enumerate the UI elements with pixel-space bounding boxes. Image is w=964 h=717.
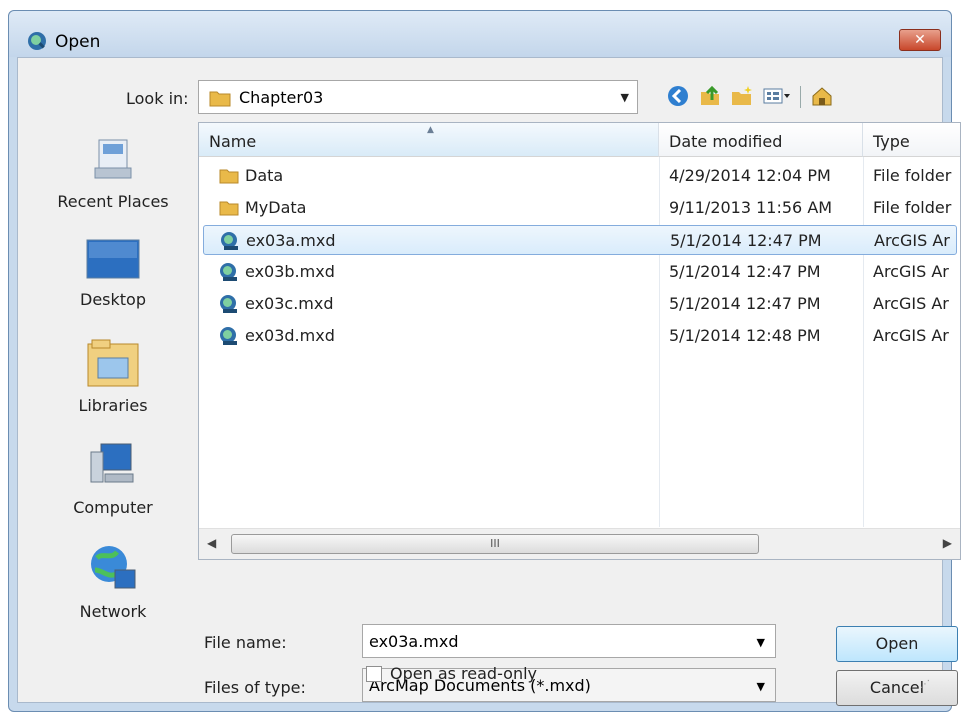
file-type-cell: ArcGIS Ar bbox=[873, 326, 949, 345]
scroll-right-icon[interactable]: ▶ bbox=[943, 536, 952, 550]
scrollbar-thumb[interactable]: III bbox=[231, 534, 759, 554]
file-name-cell: MyData bbox=[245, 198, 307, 217]
file-name-label: File name: bbox=[204, 633, 287, 652]
file-row[interactable]: MyData 9/11/2013 11:56 AM File folder bbox=[203, 193, 957, 223]
file-name-cell: ex03d.mxd bbox=[245, 326, 335, 345]
place-label: Desktop bbox=[80, 290, 146, 309]
file-name-cell: ex03b.mxd bbox=[245, 262, 335, 281]
horizontal-scrollbar[interactable]: ◀ III ▶ bbox=[199, 528, 960, 559]
home-icon[interactable] bbox=[810, 84, 834, 108]
column-header-label: Type bbox=[873, 132, 910, 151]
file-date-cell: 9/11/2013 11:56 AM bbox=[669, 198, 833, 217]
place-computer[interactable]: Computer bbox=[48, 440, 178, 517]
file-type-cell: ArcGIS Ar bbox=[874, 231, 950, 250]
file-name-cell: ex03c.mxd bbox=[245, 294, 334, 313]
file-row[interactable]: ex03c.mxd 5/1/2014 12:47 PM ArcGIS Ar bbox=[203, 289, 957, 319]
recent-places-icon bbox=[94, 139, 132, 179]
chevron-down-icon[interactable]: ▼ bbox=[757, 636, 765, 649]
place-label: Network bbox=[79, 602, 147, 621]
resize-grip-icon[interactable]: ⋰ bbox=[920, 679, 930, 690]
chevron-down-icon[interactable]: ▼ bbox=[621, 91, 629, 104]
place-label: Libraries bbox=[78, 396, 148, 415]
column-header-name[interactable]: Name ▲ bbox=[199, 123, 659, 157]
dialog-body: Look in: Chapter03 ▼ Recent Places Deskt… bbox=[17, 57, 961, 706]
arcmap-app-icon bbox=[28, 32, 46, 50]
column-header-type[interactable]: Type bbox=[863, 123, 960, 157]
file-date-cell: 5/1/2014 12:47 PM bbox=[670, 231, 822, 250]
file-date-cell: 4/29/2014 12:04 PM bbox=[669, 166, 831, 185]
look-in-value: Chapter03 bbox=[239, 88, 324, 107]
place-label: Recent Places bbox=[57, 192, 169, 211]
mxd-icon bbox=[221, 232, 238, 250]
place-libraries[interactable]: Libraries bbox=[48, 338, 178, 415]
column-header-date[interactable]: Date modified bbox=[659, 123, 863, 157]
file-type-cell: File folder bbox=[873, 198, 952, 217]
desktop-icon bbox=[86, 239, 140, 279]
place-label: Computer bbox=[73, 498, 153, 517]
folder-icon bbox=[219, 169, 239, 184]
file-type-label: Files of type: bbox=[204, 678, 306, 697]
scroll-left-icon[interactable]: ◀ bbox=[207, 536, 216, 550]
column-header-label: Date modified bbox=[669, 132, 783, 151]
up-folder-icon[interactable] bbox=[698, 84, 722, 108]
mxd-icon bbox=[220, 295, 237, 313]
file-date-cell: 5/1/2014 12:48 PM bbox=[669, 326, 821, 345]
sort-ascending-icon: ▲ bbox=[427, 125, 434, 135]
libraries-icon bbox=[87, 339, 139, 387]
file-name-field[interactable]: ex03a.mxd ▼ bbox=[362, 624, 776, 658]
file-name-cell: ex03a.mxd bbox=[246, 231, 336, 250]
mxd-icon bbox=[220, 327, 237, 345]
file-type-cell: ArcGIS Ar bbox=[873, 262, 949, 281]
place-desktop[interactable]: Desktop bbox=[48, 238, 178, 309]
column-header-label: Name bbox=[209, 132, 257, 151]
file-list[interactable]: Name ▲ Date modified Type Data 4/29/2014 … bbox=[198, 122, 961, 560]
open-dialog: Open ✕ Look in: Chapter03 ▼ Recent Place… bbox=[8, 10, 961, 712]
folder-icon bbox=[209, 91, 231, 107]
file-type-cell: ArcGIS Ar bbox=[873, 294, 949, 313]
folder-icon bbox=[219, 201, 239, 216]
chevron-down-icon[interactable]: ▼ bbox=[757, 680, 765, 693]
mxd-icon bbox=[220, 263, 237, 281]
file-row[interactable]: ex03a.mxd 5/1/2014 12:47 PM ArcGIS Ar bbox=[203, 225, 957, 255]
place-network[interactable]: Network bbox=[48, 542, 178, 621]
back-icon[interactable] bbox=[666, 84, 690, 108]
network-icon bbox=[91, 546, 136, 589]
close-button[interactable]: ✕ bbox=[899, 29, 941, 51]
read-only-label: Open as read-only bbox=[390, 664, 537, 683]
computer-icon bbox=[90, 443, 134, 483]
file-name-value: ex03a.mxd bbox=[369, 632, 459, 651]
title-bar[interactable]: Open ✕ bbox=[9, 11, 951, 57]
cancel-button[interactable]: Cancel bbox=[836, 670, 958, 706]
read-only-checkbox[interactable] bbox=[366, 666, 382, 682]
look-in-combo[interactable]: Chapter03 ▼ bbox=[198, 80, 638, 114]
file-name-cell: Data bbox=[245, 166, 284, 185]
window-title: Open bbox=[55, 32, 101, 52]
look-in-label: Look in: bbox=[126, 89, 189, 108]
file-date-cell: 5/1/2014 12:47 PM bbox=[669, 262, 821, 281]
new-folder-icon[interactable] bbox=[730, 84, 754, 108]
file-row[interactable]: ex03d.mxd 5/1/2014 12:48 PM ArcGIS Ar bbox=[203, 321, 957, 351]
view-menu-icon[interactable] bbox=[762, 84, 792, 108]
place-recent-places[interactable]: Recent Places bbox=[48, 136, 178, 211]
file-row[interactable]: Data 4/29/2014 12:04 PM File folder bbox=[203, 161, 957, 191]
file-row[interactable]: ex03b.mxd 5/1/2014 12:47 PM ArcGIS Ar bbox=[203, 257, 957, 287]
toolbar-divider bbox=[800, 86, 801, 108]
open-button[interactable]: Open bbox=[836, 626, 958, 662]
file-type-cell: File folder bbox=[873, 166, 952, 185]
file-date-cell: 5/1/2014 12:47 PM bbox=[669, 294, 821, 313]
